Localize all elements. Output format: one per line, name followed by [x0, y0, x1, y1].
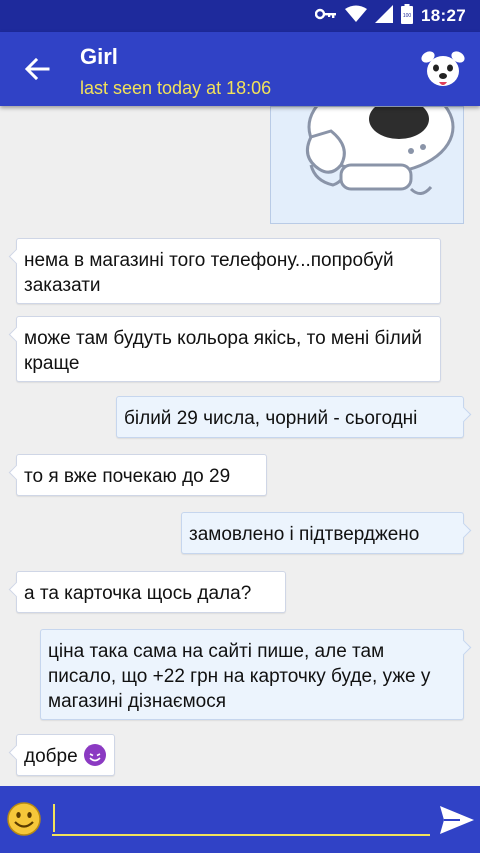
smiley-icon — [7, 802, 41, 836]
message-incoming[interactable]: то я вже почекаю до 29 — [16, 454, 267, 496]
battery-icon: 100 — [401, 3, 414, 29]
send-icon — [440, 806, 474, 834]
back-button[interactable] — [20, 54, 54, 84]
text-cursor — [53, 804, 55, 832]
message-outgoing[interactable]: білий 29 числа, чорний - сьогодні — [116, 396, 464, 438]
message-outgoing[interactable]: замовлено і підтверджено — [181, 512, 464, 554]
svg-text:100: 100 — [403, 13, 412, 19]
dog-sticker-icon — [305, 107, 455, 195]
message-text: білий 29 числа, чорний - сьогодні — [124, 408, 418, 429]
message-text: ціна така сама на сайті пише, але там пи… — [48, 641, 431, 712]
chat-area[interactable]: нема в магазині того телефону...попробуй… — [0, 106, 480, 786]
app-bar: Girl last seen today at 18:06 — [0, 32, 480, 106]
message-outgoing[interactable]: ціна така сама на сайті пише, але там пи… — [40, 629, 464, 720]
status-time: 18:27 — [421, 6, 466, 25]
message-text: а та карточка щось дала? — [24, 583, 252, 604]
message-text: то я вже почекаю до 29 — [24, 466, 231, 487]
message-incoming[interactable]: може там будуть кольора якісь, то мені б… — [16, 316, 441, 382]
contact-avatar[interactable] — [418, 44, 468, 94]
status-bar: 100 18:27 — [0, 0, 480, 32]
message-incoming[interactable]: а та карточка щось дала? — [16, 571, 286, 613]
emoji-button[interactable] — [6, 801, 42, 837]
message-text: замовлено і підтверджено — [189, 524, 420, 545]
status-icons: 100 18:27 — [314, 0, 466, 32]
signal-icon — [375, 4, 394, 28]
message-input[interactable] — [52, 800, 430, 836]
send-button[interactable] — [438, 804, 476, 836]
message-composer — [0, 786, 480, 853]
wifi-icon — [345, 5, 368, 28]
message-incoming[interactable]: нема в магазині того телефону...попробуй… — [16, 238, 441, 304]
message-text: добре — [24, 746, 78, 767]
message-incoming[interactable]: добре — [16, 734, 115, 776]
message-text: може там будуть кольора якісь, то мені б… — [24, 328, 422, 374]
message-text: нема в магазині того телефону...попробуй… — [24, 250, 394, 296]
arrow-left-icon — [24, 58, 50, 80]
key-icon — [314, 7, 337, 26]
last-seen-status: last seen today at 18:06 — [80, 78, 272, 98]
contact-name[interactable]: Girl — [80, 44, 118, 70]
devil-emoji-icon — [83, 744, 106, 766]
dog-avatar-icon — [421, 51, 465, 86]
sticker-message[interactable] — [270, 106, 464, 224]
